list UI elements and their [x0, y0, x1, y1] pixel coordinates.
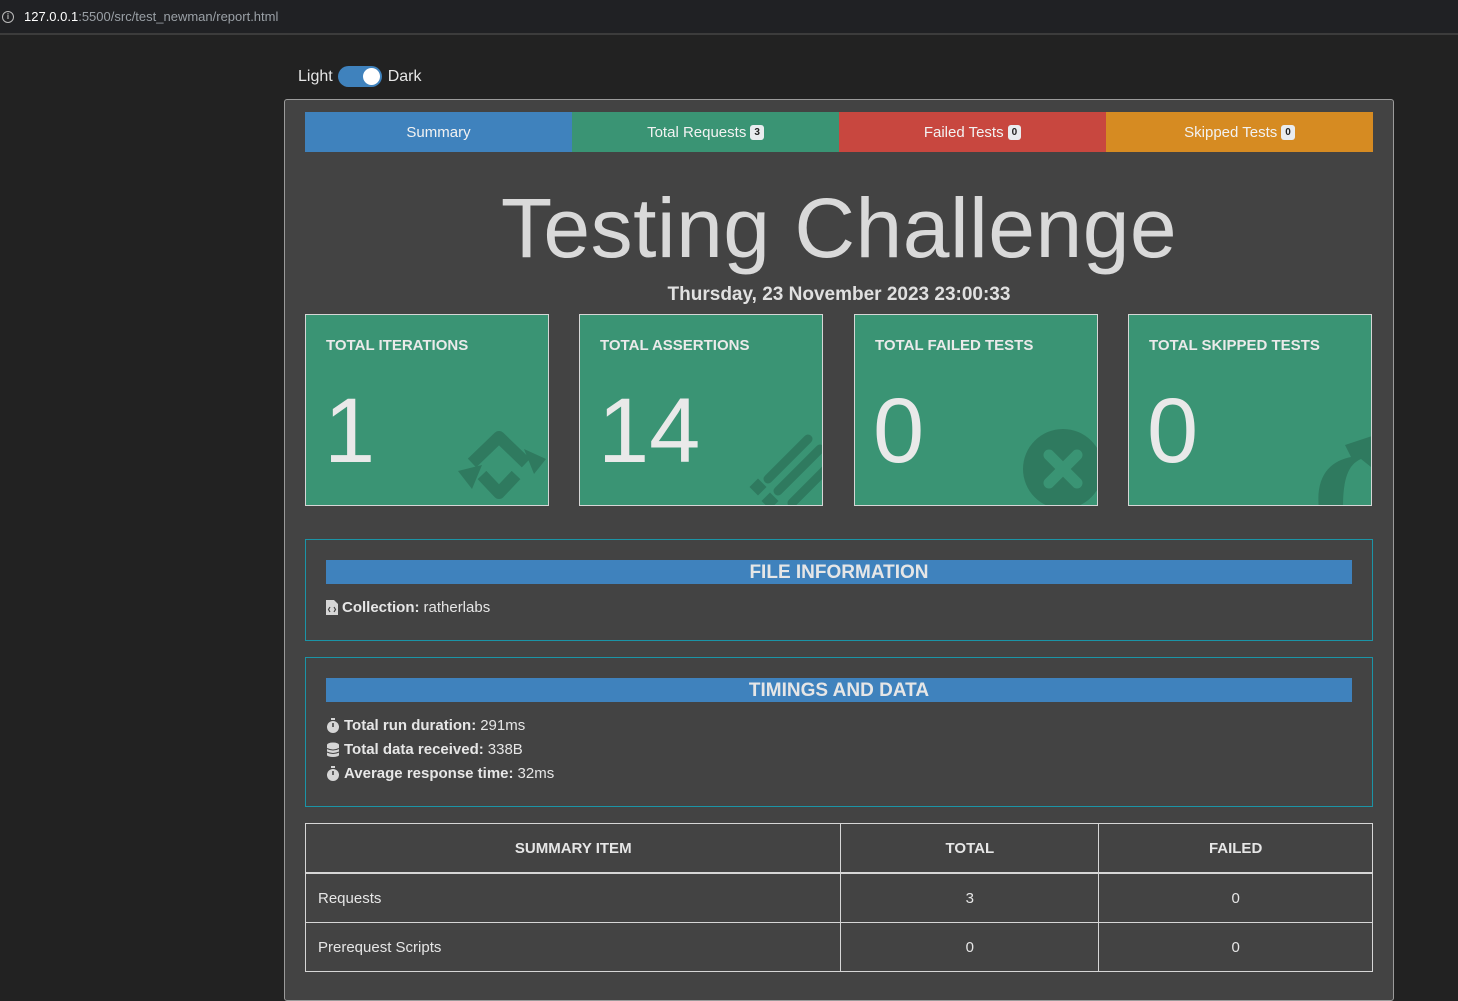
stat-total-skipped-tests: TOTAL SKIPPED TESTS 0: [1128, 314, 1372, 506]
timing-value: 338B: [487, 741, 523, 758]
timing-value: 32ms: [517, 765, 555, 782]
url-host: 127.0.0.1: [24, 9, 79, 24]
switch-knob: [362, 68, 380, 85]
theme-switch[interactable]: [337, 66, 382, 87]
summary-table: SUMMARY ITEM TOTAL FAILED Requests 3 0 P…: [304, 823, 1373, 972]
panel-heading: FILE INFORMATION: [326, 560, 1352, 584]
stat-label: TOTAL SKIPPED TESTS: [1149, 337, 1320, 354]
page-title: Testing Challenge: [500, 181, 1178, 275]
count-badge: 0: [1281, 124, 1295, 140]
collection-row: Collection: ratherlabs: [326, 599, 490, 616]
dark-label: Dark: [387, 67, 422, 85]
table-cell: Prerequest Scripts: [304, 922, 842, 972]
table-header-row: SUMMARY ITEM TOTAL FAILED: [304, 823, 1373, 874]
stopwatch-icon: [327, 766, 339, 781]
table-cell: 0: [840, 922, 1100, 972]
report-date: Thursday, 23 November 2023 23:00:33: [667, 284, 1011, 305]
info-icon[interactable]: i: [2, 10, 14, 23]
column-header: FAILED: [1098, 823, 1373, 874]
tab-total-requests[interactable]: Total Requests 3: [572, 112, 839, 152]
address-bar[interactable]: i 127.0.0.1:5500/src/test_newman/report.…: [0, 0, 1458, 35]
stat-total-failed-tests: TOTAL FAILED TESTS 0: [854, 314, 1098, 506]
timings-panel: TIMINGS AND DATA Total run duration: 291…: [305, 657, 1373, 807]
stat-label: TOTAL ITERATIONS: [326, 337, 469, 354]
stat-value: 0: [1147, 380, 1199, 482]
tab-label: Failed Tests: [923, 123, 1004, 141]
tab-label: Skipped Tests: [1184, 123, 1278, 141]
timing-label: Total data received:: [344, 741, 484, 758]
file-code-icon: [326, 600, 338, 615]
table-cell: 0: [1098, 872, 1373, 923]
table-cell: 0: [1098, 922, 1373, 972]
timing-label: Total run duration:: [344, 717, 477, 734]
report-tabs: Summary Total Requests 3 Failed Tests 0 …: [305, 112, 1373, 152]
table-cell: Requests: [304, 872, 842, 923]
table-row: Prerequest Scripts 0 0: [304, 922, 1373, 972]
sync-icon: [458, 431, 546, 499]
tab-failed-tests[interactable]: Failed Tests 0: [839, 112, 1106, 152]
theme-toggle-row: Light Dark: [298, 66, 421, 87]
stat-value: 0: [873, 380, 925, 482]
collection-value: ratherlabs: [423, 599, 491, 616]
stat-label: TOTAL ASSERTIONS: [600, 337, 750, 354]
database-icon: [326, 742, 340, 757]
tab-label: Total Requests: [647, 123, 747, 141]
timing-value: 291ms: [480, 717, 526, 734]
column-header: TOTAL: [840, 823, 1100, 874]
count-badge: 3: [750, 124, 764, 140]
stat-value: 1: [324, 380, 376, 482]
timing-row: Total run duration: 291ms: [326, 717, 525, 734]
tab-label: Summary: [406, 123, 471, 141]
stat-value: 14: [598, 380, 701, 482]
url-path: :5500/src/test_newman/report.html: [78, 9, 279, 24]
stat-total-iterations: TOTAL ITERATIONS 1: [305, 314, 549, 506]
table-cell: 3: [840, 872, 1100, 923]
file-information-panel: FILE INFORMATION Collection: ratherlabs: [305, 539, 1373, 641]
timing-row: Total data received: 338B: [326, 741, 523, 758]
stat-label: TOTAL FAILED TESTS: [875, 337, 1034, 354]
panel-heading: TIMINGS AND DATA: [326, 678, 1352, 702]
table-row: Requests 3 0: [304, 872, 1373, 923]
stat-total-assertions: TOTAL ASSERTIONS 14: [579, 314, 823, 506]
tab-summary[interactable]: Summary: [305, 112, 572, 152]
timing-row: Average response time: 32ms: [326, 765, 554, 782]
collection-label: Collection:: [342, 599, 420, 616]
times-circle-icon: [1023, 429, 1097, 505]
report-card: Summary Total Requests 3 Failed Tests 0 …: [284, 99, 1394, 1001]
share-icon: [1318, 436, 1371, 505]
assertions-icon: [749, 434, 822, 505]
stopwatch-icon: [327, 718, 339, 733]
timing-label: Average response time:: [344, 765, 514, 782]
light-label: Light: [298, 67, 333, 85]
tab-skipped-tests[interactable]: Skipped Tests 0: [1106, 112, 1373, 152]
column-header: SUMMARY ITEM: [304, 823, 842, 874]
count-badge: 0: [1007, 124, 1022, 140]
